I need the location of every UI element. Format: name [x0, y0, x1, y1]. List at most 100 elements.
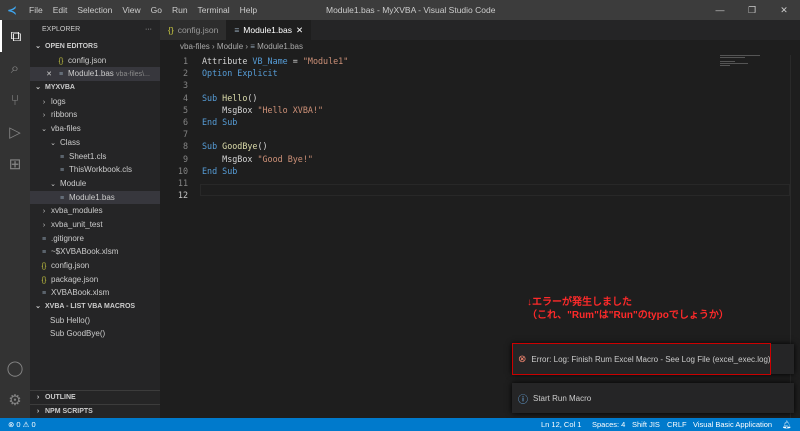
tree-item-label: Class [60, 137, 81, 147]
tree-item-label: xvba_modules [51, 206, 103, 216]
language-mode[interactable]: Visual Basic Application [693, 418, 772, 431]
line-number: 10 [177, 165, 188, 176]
tree-item[interactable]: ≡ Module1.bas [30, 190, 160, 205]
tree-item[interactable]: {} package.json [30, 273, 160, 287]
tree-item[interactable]: ⌄ vba-files [30, 122, 160, 136]
tree-item[interactable]: ≡ ~$XVBABook.xlsm [30, 245, 160, 259]
close-icon[interactable]: ✕ [768, 0, 800, 20]
code-line: 4 Sub Hello() [160, 92, 348, 104]
code-line: 9 MsgBox "Good Bye!" [160, 153, 348, 165]
tree-item-label: ~$XVBABook.xlsm [51, 247, 119, 257]
tree-item-label: xvba_unit_test [51, 219, 103, 229]
code-line: 11 [160, 177, 348, 189]
title-bar: ≺ File Edit Selection View Go Run Terminal Help… [0, 0, 800, 20]
line-number: 5 [182, 104, 188, 115]
code-token: "Good Bye!" [257, 153, 313, 164]
file-icon: ≡ [41, 235, 47, 243]
tree-item[interactable]: ≡ ThisWorkbook.cls [30, 163, 160, 177]
problems-indicator[interactable]: ⊗ 0 ⚠ 0 [8, 418, 36, 431]
breadcrumb-item[interactable]: Module1.bas [257, 42, 303, 51]
code-token: MsgBox [202, 104, 258, 115]
macro-item[interactable]: Sub Hello() [30, 314, 160, 328]
json-file-icon: {} [41, 263, 47, 270]
info-notification[interactable]: ⓘ Start Run Macro [512, 383, 794, 413]
more-actions-button[interactable]: ··· [145, 20, 152, 40]
menu-help[interactable]: Help [240, 5, 257, 15]
chevron-right-icon: › [42, 221, 46, 229]
code-token: = [287, 56, 303, 66]
tree-item[interactable]: ≡ Sheet1.cls [30, 150, 160, 164]
code-token: VB_Name [252, 56, 288, 66]
tree-item[interactable]: › xvba_modules [30, 204, 160, 218]
tree-item-label: ThisWorkbook.cls [69, 165, 132, 175]
tree-item[interactable]: ≡ XVBABook.xlsm [30, 286, 160, 300]
line-number: 11 [177, 177, 188, 188]
line-ending[interactable]: CRLF [667, 418, 687, 431]
breadcrumb-item[interactable]: Module [217, 42, 243, 51]
npm-scripts-section[interactable]: › NPM SCRIPTS [30, 404, 160, 418]
notifications-bell-icon[interactable]: 🔔︎ [782, 418, 792, 431]
open-editors-section[interactable]: ⌄ OPEN EDITORS [30, 40, 160, 54]
encoding[interactable]: Shift JIS [632, 418, 660, 431]
code-token: Sub [202, 141, 223, 152]
settings-gear-icon[interactable]: ⚙ [0, 384, 30, 416]
code-token: Attribute [202, 56, 253, 66]
menu-view[interactable]: View [122, 5, 140, 15]
run-debug-icon[interactable]: ▷ [0, 116, 30, 148]
tree-item[interactable]: › xvba_unit_test [30, 218, 160, 232]
code-line: 6 End Sub [160, 116, 348, 128]
line-number: 9 [182, 153, 188, 164]
menu-go[interactable]: Go [151, 5, 162, 15]
search-icon[interactable]: ⌕ [0, 52, 30, 84]
tab-module1-bas[interactable]: ≡ Module1.bas ✕ [226, 20, 312, 40]
menu-selection[interactable]: Selection [77, 5, 112, 15]
tree-item[interactable]: ≡ .gitignore [30, 232, 160, 246]
code-token: "Hello XVBA!" [257, 104, 324, 115]
tree-item[interactable]: ⌄ Class [30, 136, 160, 150]
line-number: 8 [182, 141, 188, 152]
open-editor-module1-bas[interactable]: ✕ ≡ Module1.bas vba-files\... [30, 67, 160, 82]
code-token: Sub [202, 92, 223, 103]
code-token: () [257, 141, 268, 152]
json-file-icon: {} [168, 25, 174, 35]
open-editor-config-json[interactable]: {} config.json [30, 54, 160, 68]
file-icon: ≡ [59, 167, 65, 175]
code-token: End Sub [202, 116, 238, 127]
extensions-icon[interactable]: ⊞ [0, 148, 30, 180]
file-icon: ≡ [41, 290, 47, 298]
cursor-position[interactable]: Ln 12, Col 1 [541, 418, 581, 431]
tab-config-json[interactable]: {} config.json [160, 20, 227, 40]
file-icon: ≡ [59, 153, 65, 161]
tree-item[interactable]: ⌄ Module [30, 177, 160, 191]
account-icon[interactable]: ◯ [0, 352, 30, 384]
window-title: Module1.bas - MyXVBA - Visual Studio Cod… [326, 5, 496, 15]
indentation[interactable]: Spaces: 4 [592, 418, 625, 431]
explorer-icon[interactable]: ⧉ [0, 20, 30, 52]
source-control-icon[interactable]: ⑂ [0, 84, 30, 116]
macros-section[interactable]: ⌄ XVBA - LIST VBA MACROS [30, 300, 160, 314]
chevron-right-icon: › [42, 98, 46, 106]
chevron-right-icon: › [42, 112, 46, 120]
tree-item[interactable]: {} config.json [30, 259, 160, 273]
tree-item-label: logs [51, 96, 66, 106]
line-number: 12 [177, 190, 188, 201]
code-editor[interactable]: 1 Attribute VB_Name = "Module1" 2 Option Ex… [160, 55, 348, 201]
breadcrumb-item[interactable]: vba-files [180, 42, 210, 51]
restore-icon[interactable]: ❐ [736, 0, 768, 20]
menu-file[interactable]: File [29, 5, 43, 15]
project-section[interactable]: ⌄ MYXVBA [30, 81, 160, 95]
minimap[interactable] [720, 55, 780, 69]
menu-run[interactable]: Run [172, 5, 188, 15]
close-editor-icon[interactable]: ✕ [44, 68, 54, 81]
macro-item[interactable]: Sub GoodBye() [30, 327, 160, 341]
menu-edit[interactable]: Edit [53, 5, 68, 15]
line-number: 6 [182, 116, 188, 127]
outline-section[interactable]: › OUTLINE [30, 390, 160, 404]
minimize-icon[interactable]: — [704, 0, 736, 20]
code-line: 5 MsgBox "Hello XVBA!" [160, 104, 348, 116]
close-tab-icon[interactable]: ✕ [296, 20, 303, 40]
tree-item[interactable]: › logs [30, 95, 160, 109]
tree-item[interactable]: › ribbons [30, 108, 160, 122]
menu-terminal[interactable]: Terminal [198, 5, 230, 15]
tree-item-label: package.json [51, 274, 99, 284]
